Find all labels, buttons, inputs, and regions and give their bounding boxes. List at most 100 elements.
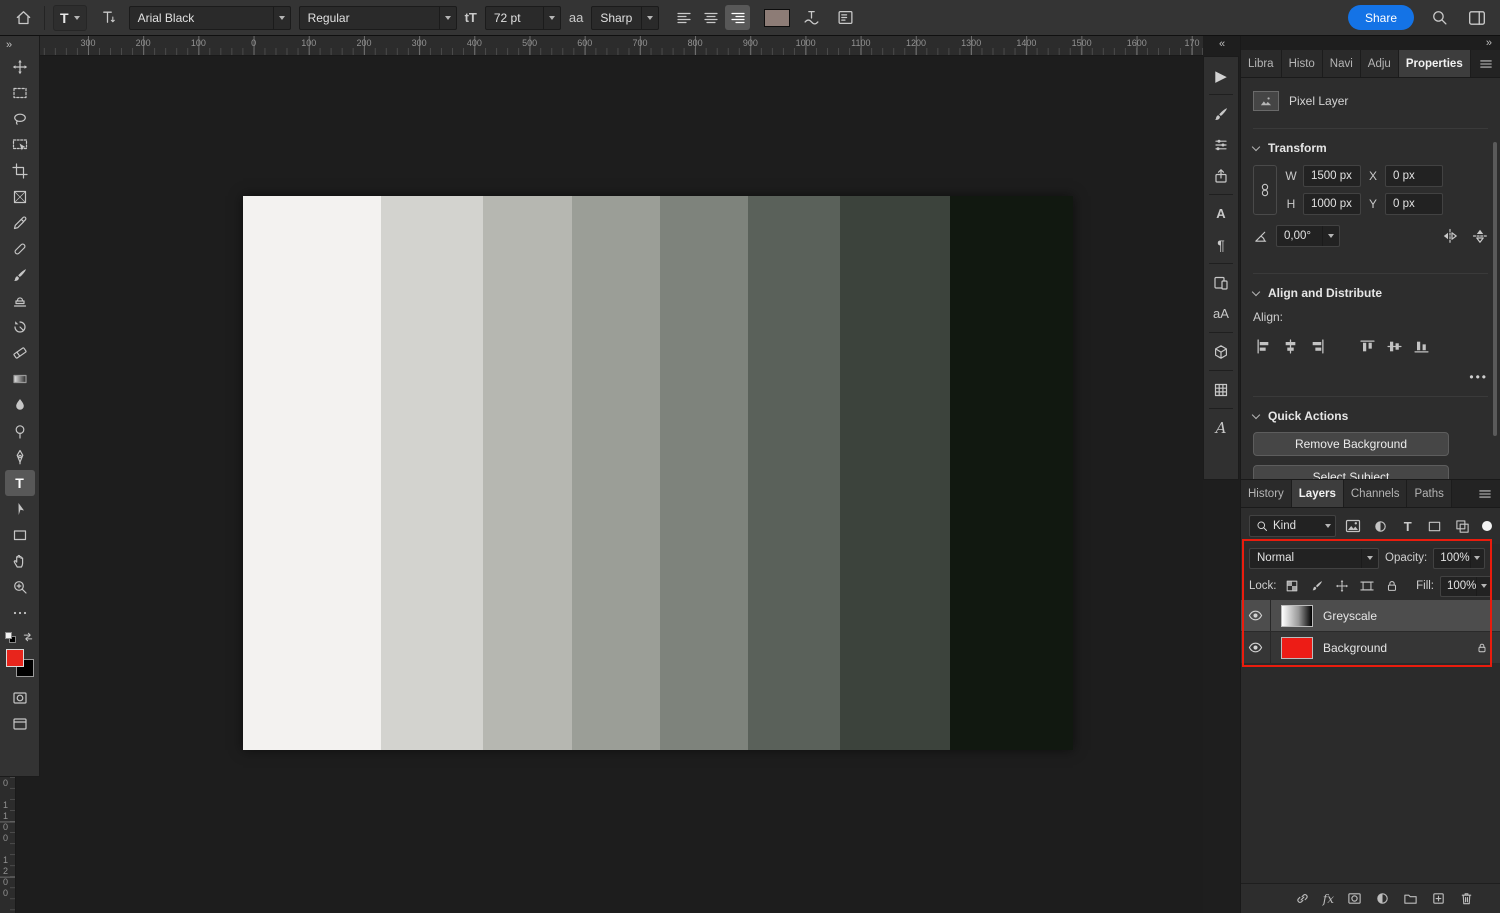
filter-shape-layers-icon[interactable]: [1425, 516, 1445, 537]
path-selection-tool[interactable]: [5, 496, 35, 522]
select-subject-button[interactable]: Select Subject: [1253, 465, 1449, 480]
fill-field[interactable]: 100%: [1440, 576, 1492, 597]
edit-toolbar-button[interactable]: [5, 600, 35, 626]
layers-panel-menu-icon[interactable]: [1470, 480, 1500, 507]
healing-brush-tool[interactable]: [5, 236, 35, 262]
width-field[interactable]: 1500 px: [1303, 165, 1361, 187]
gradient-tool[interactable]: [5, 366, 35, 392]
properties-scrollbar[interactable]: [1493, 142, 1497, 436]
layer-row-background[interactable]: Background: [1241, 632, 1500, 664]
delete-layer-icon[interactable]: [1459, 891, 1474, 906]
quick-mask-button[interactable]: [5, 685, 35, 711]
new-group-icon[interactable]: [1403, 891, 1418, 906]
filter-pixel-layers-icon[interactable]: [1343, 516, 1363, 537]
quick-actions-header[interactable]: Quick Actions: [1253, 409, 1488, 423]
align-center-button[interactable]: [698, 5, 723, 30]
toggle-panels-button[interactable]: [832, 5, 858, 31]
align-left-button[interactable]: [671, 5, 696, 30]
lock-transparent-pixels-icon[interactable]: [1283, 577, 1302, 596]
tab-navigator[interactable]: Navi: [1323, 50, 1361, 77]
canvas-area[interactable]: [16, 56, 1203, 913]
eraser-tool[interactable]: [5, 340, 35, 366]
crop-tool[interactable]: [5, 158, 35, 184]
align-header[interactable]: Align and Distribute: [1253, 286, 1488, 300]
rectangle-tool[interactable]: [5, 522, 35, 548]
panel-menu-icon[interactable]: [1471, 50, 1500, 77]
align-right-edges-icon[interactable]: [1307, 336, 1327, 356]
clone-stamp-tool[interactable]: [5, 288, 35, 314]
horizontal-ruler[interactable]: 3002001000100200300400500600700800900100…: [16, 36, 1203, 56]
flip-horizontal-icon[interactable]: [1442, 228, 1458, 244]
character-panel-icon[interactable]: A: [1206, 199, 1236, 228]
align-horizontal-centers-icon[interactable]: [1280, 336, 1300, 356]
layer-name[interactable]: Greyscale: [1323, 609, 1377, 623]
history-brush-tool[interactable]: [5, 314, 35, 340]
tab-channels[interactable]: Channels: [1344, 480, 1408, 507]
y-field[interactable]: 0 px: [1385, 193, 1443, 215]
pen-tool[interactable]: [5, 444, 35, 470]
brush-tool[interactable]: [5, 262, 35, 288]
marquee-tool[interactable]: [5, 80, 35, 106]
expand-panels-icon[interactable]: »: [1486, 37, 1492, 50]
frame-tool[interactable]: [5, 184, 35, 210]
object-selection-tool[interactable]: [5, 132, 35, 158]
lock-all-icon[interactable]: [1383, 577, 1402, 596]
tab-paths[interactable]: Paths: [1407, 480, 1451, 507]
layer-filter-select[interactable]: Kind: [1249, 515, 1336, 537]
default-colors-icon[interactable]: [5, 632, 16, 643]
3d-panel-icon[interactable]: [1206, 337, 1236, 366]
blur-tool[interactable]: [5, 392, 35, 418]
plugins-panel-icon[interactable]: ▶: [1206, 61, 1236, 90]
layer-row-greyscale[interactable]: Greyscale: [1241, 600, 1500, 632]
export-panel-icon[interactable]: [1206, 161, 1236, 190]
tab-properties[interactable]: Properties: [1399, 50, 1471, 77]
eyedropper-tool[interactable]: [5, 210, 35, 236]
new-layer-icon[interactable]: [1431, 891, 1446, 906]
tab-adjustments[interactable]: Adju: [1361, 50, 1399, 77]
document-canvas[interactable]: [243, 196, 1073, 750]
filter-type-layers-icon[interactable]: T: [1398, 516, 1418, 537]
tab-libraries[interactable]: Libra: [1241, 50, 1282, 77]
layer-name[interactable]: Background: [1323, 641, 1387, 655]
new-adjustment-layer-icon[interactable]: [1375, 891, 1390, 906]
toolbar-expand-icon[interactable]: »: [0, 38, 12, 54]
warp-text-button[interactable]: [798, 5, 824, 31]
align-more-icon[interactable]: •••: [1253, 370, 1488, 384]
font-family-select[interactable]: Arial Black: [129, 6, 291, 30]
text-orientation-button[interactable]: [95, 5, 121, 31]
add-layer-mask-icon[interactable]: [1347, 891, 1362, 906]
brush-settings-panel-icon[interactable]: [1206, 130, 1236, 159]
transform-header[interactable]: Transform: [1253, 141, 1488, 155]
filter-smart-objects-icon[interactable]: [1452, 516, 1472, 537]
home-button[interactable]: [10, 5, 36, 31]
hand-tool[interactable]: [5, 548, 35, 574]
link-layers-icon[interactable]: [1295, 891, 1310, 906]
align-top-edges-icon[interactable]: [1357, 336, 1377, 356]
device-preview-panel-icon[interactable]: [1206, 268, 1236, 297]
styles-panel-icon[interactable]: A: [1206, 413, 1236, 442]
flip-vertical-icon[interactable]: [1472, 228, 1488, 244]
tab-histogram[interactable]: Histo: [1282, 50, 1323, 77]
height-field[interactable]: 1000 px: [1303, 193, 1361, 215]
visibility-eye-icon[interactable]: [1241, 600, 1271, 631]
layer-thumbnail[interactable]: [1281, 637, 1313, 659]
patterns-panel-icon[interactable]: [1206, 375, 1236, 404]
remove-background-button[interactable]: Remove Background: [1253, 432, 1449, 456]
search-icon[interactable]: [1426, 5, 1452, 31]
zoom-tool[interactable]: [5, 574, 35, 600]
dodge-tool[interactable]: [5, 418, 35, 444]
link-dimensions-icon[interactable]: [1253, 165, 1277, 215]
layer-styles-icon[interactable]: fx: [1323, 892, 1334, 906]
tool-preset-dropdown[interactable]: T: [53, 5, 87, 31]
font-style-select[interactable]: Regular: [299, 6, 457, 30]
workspace-switcher-icon[interactable]: [1464, 5, 1490, 31]
lock-artboard-icon[interactable]: [1358, 577, 1377, 596]
collapse-panels-icon[interactable]: «: [1219, 38, 1225, 50]
rotation-field[interactable]: 0,00°: [1276, 225, 1340, 247]
paragraph-panel-icon[interactable]: ¶: [1206, 230, 1236, 259]
blend-mode-select[interactable]: Normal: [1249, 548, 1379, 569]
align-left-edges-icon[interactable]: [1253, 336, 1273, 356]
brushes-panel-icon[interactable]: [1206, 99, 1236, 128]
font-size-select[interactable]: 72 pt: [485, 6, 561, 30]
screen-mode-button[interactable]: [5, 711, 35, 737]
